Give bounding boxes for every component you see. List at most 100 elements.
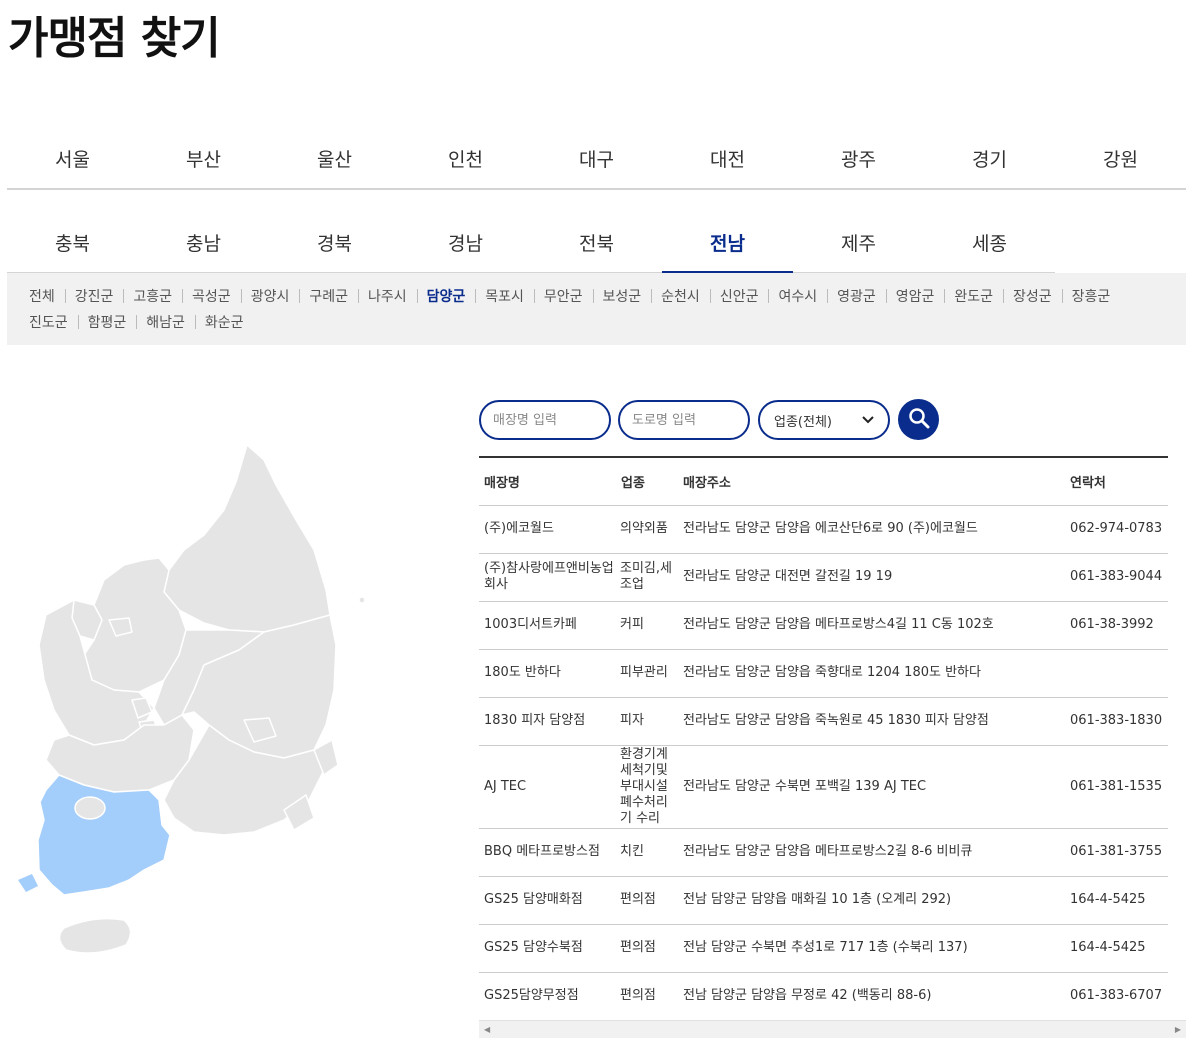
region-tab[interactable]: 울산 (269, 128, 400, 188)
cell-address: 전라남도 담양군 담양읍 메타프로방스2길 8-6 비비큐 (678, 828, 1065, 877)
cell-address: 전라남도 담양군 담양읍 메타프로방스4길 11 C동 102호 (678, 601, 1065, 650)
header-store-name: 매장명 (479, 458, 616, 506)
table-row[interactable]: GS25 담양수북점 편의점 전남 담양군 수북면 추성1로 717 1층 (수북리… (479, 924, 1168, 973)
cell-phone: 061-383-9044 (1065, 553, 1168, 602)
district-link[interactable]: 곡성군 (192, 284, 251, 310)
region-tab[interactable]: 부산 (138, 128, 269, 188)
store-table: 매장명 업종 매장주소 연락처 (주)에코월드 의약외품 전라남도 담양군 담양읍 … (479, 458, 1168, 1021)
region-tab[interactable]: 경기 (924, 128, 1055, 188)
cell-phone: 061-383-1830 (1065, 697, 1168, 746)
district-link[interactable]: 고흥군 (133, 284, 192, 310)
table-row[interactable]: (주)참사랑에프앤비농업회사 조미김,세조업 전라남도 담양군 대전면 갈전길 19… (479, 553, 1168, 602)
cell-store-name: GS25 담양수북점 (479, 924, 616, 973)
map-region-jeju (58, 917, 132, 954)
table-row[interactable]: 180도 반하다 피부관리 전라남도 담양군 담양읍 죽향대로 1204 180도 … (479, 649, 1168, 698)
cell-address: 전라남도 담양군 담양읍 죽향대로 1204 180도 반하다 (678, 649, 1065, 698)
cell-address: 전라남도 담양군 수북면 포백길 139 AJ TEC (678, 745, 1065, 829)
scroll-left-icon[interactable]: ◀ (484, 1025, 490, 1034)
store-table-container: 매장명 업종 매장주소 연락처 (주)에코월드 의약외품 전라남도 담양군 담양읍 … (479, 456, 1168, 1038)
district-link[interactable]: 영광군 (837, 284, 896, 310)
cell-store-name: 180도 반하다 (479, 649, 616, 698)
district-link[interactable]: 장흥군 (1072, 284, 1111, 310)
cell-store-name: 1830 피자 담양점 (479, 697, 616, 746)
cell-store-name: GS25담양무정점 (479, 972, 616, 1021)
region-tab[interactable]: 전남 (662, 212, 793, 274)
table-row[interactable]: (주)에코월드 의약외품 전라남도 담양군 담양읍 에코산단6로 90 (주)에코월… (479, 505, 1168, 554)
page-title: 가맹점 찾기 (8, 13, 221, 64)
region-tab[interactable]: 충북 (7, 212, 138, 272)
map-region-gwangju (74, 796, 106, 820)
store-name-input[interactable] (479, 400, 611, 440)
region-tab[interactable]: 광주 (793, 128, 924, 188)
region-tab[interactable]: 서울 (7, 128, 138, 188)
table-row[interactable]: BBQ 메타프로방스점 치킨 전라남도 담양군 담양읍 메타프로방스2길 8-6 비… (479, 828, 1168, 877)
cell-type: 치킨 (616, 828, 678, 877)
district-link[interactable]: 순천시 (661, 284, 720, 310)
table-row[interactable]: 1003디서트카페 커피 전라남도 담양군 담양읍 메타프로방스4길 11 C동 1… (479, 601, 1168, 650)
region-tab[interactable]: 인천 (400, 128, 531, 188)
cell-store-name: BBQ 메타프로방스점 (479, 828, 616, 877)
cell-phone: 061-38-3992 (1065, 601, 1168, 650)
search-icon (908, 407, 930, 433)
district-link[interactable]: 해남군 (146, 310, 205, 336)
cell-address: 전남 담양군 수북면 추성1로 717 1층 (수북리 137) (678, 924, 1065, 973)
district-link[interactable]: 보성군 (603, 284, 662, 310)
region-tab[interactable]: 강원 (1055, 128, 1186, 188)
table-row[interactable]: GS25담양무정점 편의점 전남 담양군 담양읍 무정로 42 (백동리 88-6)… (479, 972, 1168, 1021)
region-tab[interactable]: 제주 (793, 212, 924, 272)
region-tab[interactable]: 대전 (662, 128, 793, 188)
district-link[interactable]: 광양시 (251, 284, 310, 310)
category-select[interactable]: 업종(전체) (758, 400, 890, 440)
district-link[interactable]: 무안군 (544, 284, 603, 310)
cell-type: 조미김,세조업 (616, 553, 678, 602)
cell-type: 편의점 (616, 972, 678, 1021)
search-button[interactable] (898, 399, 939, 440)
korea-map (18, 444, 366, 954)
region-tabs-row-1: 서울 부산 울산 인천 대구 대전 광주 경기 강원 (7, 128, 1186, 190)
scroll-right-icon[interactable]: ▶ (1175, 1025, 1181, 1034)
horizontal-scrollbar[interactable]: ◀ ▶ (479, 1020, 1186, 1038)
map-region-jeonnam-highlight (37, 774, 171, 896)
cell-phone: 164-4-5425 (1065, 876, 1168, 925)
table-header-row: 매장명 업종 매장주소 연락처 (479, 458, 1168, 506)
district-link[interactable]: 전체 (29, 284, 75, 310)
region-tab[interactable]: 대구 (531, 128, 662, 188)
table-row[interactable]: 1830 피자 담양점 피자 전라남도 담양군 담양읍 죽녹원로 45 1830 피… (479, 697, 1168, 746)
cell-address: 전라남도 담양군 담양읍 에코산단6로 90 (주)에코월드 (678, 505, 1065, 554)
cell-phone: 062-974-0783 (1065, 505, 1168, 554)
cell-type: 편의점 (616, 876, 678, 925)
road-name-input[interactable] (618, 400, 750, 440)
district-link[interactable]: 신안군 (720, 284, 779, 310)
cell-address: 전남 담양군 담양읍 매화길 10 1층 (오계리 292) (678, 876, 1065, 925)
district-link[interactable]: 영암군 (896, 284, 955, 310)
region-tab[interactable]: 세종 (924, 212, 1055, 272)
district-link[interactable]: 진도군 (29, 310, 88, 336)
region-tab[interactable]: 전북 (531, 212, 662, 272)
district-link[interactable]: 여수시 (778, 284, 837, 310)
header-type: 업종 (616, 458, 678, 506)
district-link[interactable]: 장성군 (1013, 284, 1072, 310)
map-region-gangwon (163, 444, 331, 633)
cell-store-name: GS25 담양매화점 (479, 876, 616, 925)
district-link[interactable]: 함평군 (88, 310, 147, 336)
cell-phone: 061-381-3755 (1065, 828, 1168, 877)
cell-address: 전라남도 담양군 담양읍 죽녹원로 45 1830 피자 담양점 (678, 697, 1065, 746)
cell-address: 전라남도 담양군 대전면 갈전길 19 19 (678, 553, 1065, 602)
table-row[interactable]: AJ TEC 환경기계세척기및부대시설폐수처리기 수리 전라남도 담양군 수북면 포… (479, 745, 1168, 829)
region-tab[interactable]: 경북 (269, 212, 400, 272)
table-row[interactable]: GS25 담양매화점 편의점 전남 담양군 담양읍 매화길 10 1층 (오계리 2… (479, 876, 1168, 925)
district-link[interactable]: 완도군 (954, 284, 1013, 310)
cell-phone: 164-4-5425 (1065, 924, 1168, 973)
district-link[interactable]: 나주시 (368, 284, 427, 310)
district-link[interactable]: 강진군 (75, 284, 134, 310)
district-link[interactable]: 구례군 (309, 284, 368, 310)
district-link[interactable]: 담양군 (427, 284, 486, 310)
cell-store-name: (주)에코월드 (479, 505, 616, 554)
district-link[interactable]: 화순군 (205, 310, 244, 336)
cell-store-name: (주)참사랑에프앤비농업회사 (479, 553, 616, 602)
region-tabs-row-2: 충북 충남 경북 경남 전북 전남 제주 세종 (7, 212, 1055, 274)
cell-store-name: AJ TEC (479, 745, 616, 829)
region-tab[interactable]: 경남 (400, 212, 531, 272)
region-tab[interactable]: 충남 (138, 212, 269, 272)
district-link[interactable]: 목포시 (485, 284, 544, 310)
